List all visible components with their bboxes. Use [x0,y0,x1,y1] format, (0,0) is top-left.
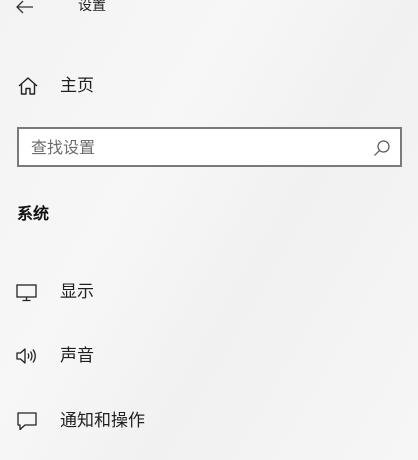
home-nav-item[interactable]: 主页 [0,66,418,106]
nav-item-display[interactable]: 显示 [0,270,418,314]
window-title: 设置 [78,0,106,14]
search-icon[interactable] [372,138,392,158]
nav-item-label: 显示 [60,282,94,302]
back-button[interactable] [10,0,40,20]
display-icon [16,284,37,302]
nav-item-sound[interactable]: 声音 [0,334,418,378]
section-heading: 系统 [17,204,50,223]
nav-item-notifications[interactable]: 通知和操作 [0,399,418,443]
speaker-icon [16,348,36,364]
title-bar: 设置 [0,0,418,24]
home-icon [18,77,38,95]
home-label: 主页 [60,76,94,96]
search-box[interactable] [17,127,402,167]
nav-item-label: 通知和操作 [60,411,145,431]
nav-item-label: 声音 [60,346,94,366]
notification-icon [17,412,37,431]
search-input[interactable] [31,135,351,159]
back-arrow-icon [16,0,33,14]
